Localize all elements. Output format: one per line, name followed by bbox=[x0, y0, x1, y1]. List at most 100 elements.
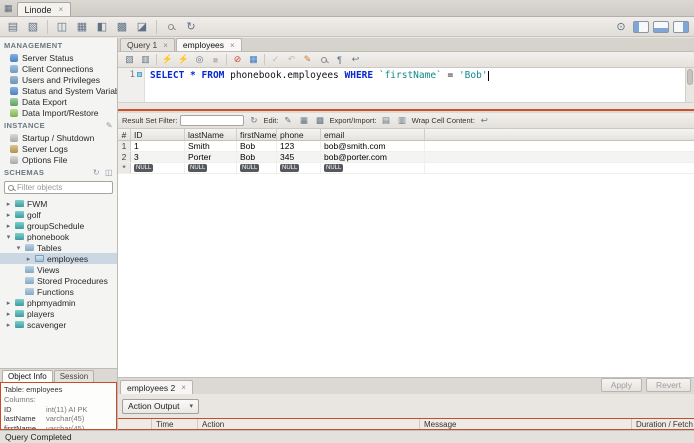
toggle-left-sidebar-icon[interactable] bbox=[633, 20, 649, 33]
sidebar-item-data-export[interactable]: Data Export bbox=[0, 96, 117, 107]
export-recordset-icon[interactable]: ▤ bbox=[380, 115, 393, 127]
new-query-tab-icon[interactable]: ▤ bbox=[4, 19, 22, 35]
sidebar-item-server-status[interactable]: Server Status bbox=[0, 52, 117, 63]
sql-editor[interactable]: 1 SELECT * FROM phonebook.employees WHER… bbox=[118, 68, 694, 102]
tab-query-1[interactable]: Query 1 × bbox=[120, 38, 175, 51]
chevron-down-icon[interactable]: ▾ bbox=[15, 244, 22, 252]
search-data-icon[interactable] bbox=[162, 19, 180, 35]
create-view-icon[interactable]: ◧ bbox=[93, 19, 111, 35]
edit-record-icon[interactable]: ✎ bbox=[281, 115, 294, 127]
grid-header-lastname[interactable]: lastName bbox=[185, 129, 237, 140]
schemas-add-icon[interactable]: ◫ bbox=[105, 168, 113, 177]
schemas-refresh-icon[interactable]: ↻ bbox=[93, 168, 100, 177]
tree-item-scavenger[interactable]: ▸ scavenger bbox=[0, 319, 117, 330]
grid-header-email[interactable]: email bbox=[321, 129, 425, 140]
grid-header-rownum[interactable]: # bbox=[118, 129, 131, 140]
save-icon[interactable]: ▥ bbox=[138, 53, 153, 66]
close-icon[interactable]: × bbox=[181, 383, 186, 392]
tree-item-employees[interactable]: ▸ employees bbox=[0, 253, 117, 264]
sidebar-item-client-connections[interactable]: Client Connections bbox=[0, 63, 117, 74]
wrap-cell-content-icon[interactable]: ↩ bbox=[478, 115, 491, 127]
sidebar-item-options-file[interactable]: Options File bbox=[0, 154, 117, 165]
result-filter-input[interactable] bbox=[181, 116, 244, 125]
close-icon[interactable]: × bbox=[163, 41, 168, 50]
tree-item-stored-procedures[interactable]: Stored Procedures bbox=[0, 275, 117, 286]
sidebar-item-system-variables[interactable]: Status and System Variables bbox=[0, 85, 117, 96]
refresh-icon[interactable]: ↻ bbox=[247, 115, 260, 127]
tree-item-golf[interactable]: ▸ golf bbox=[0, 209, 117, 220]
table-row-new[interactable]: * NULL NULL NULL NULL NULL bbox=[118, 163, 694, 174]
create-function-icon[interactable]: ◪ bbox=[133, 19, 151, 35]
tree-item-fwm[interactable]: ▸ FWM bbox=[0, 198, 117, 209]
grid-header-phone[interactable]: phone bbox=[277, 129, 321, 140]
output-header-time[interactable]: Time bbox=[152, 419, 198, 429]
grid-header-firstname[interactable]: firstName bbox=[237, 129, 277, 140]
create-procedure-icon[interactable]: ▩ bbox=[113, 19, 131, 35]
import-records-icon[interactable]: ▥ bbox=[396, 115, 409, 127]
tree-item-tables[interactable]: ▾ Tables bbox=[0, 242, 117, 253]
reconnect-database-icon[interactable]: ↻ bbox=[182, 19, 200, 35]
output-header-action[interactable]: Action bbox=[198, 419, 420, 429]
chevron-down-icon[interactable]: ▾ bbox=[5, 233, 12, 241]
output-header-message[interactable]: Message bbox=[420, 419, 632, 429]
window-tab-linode[interactable]: Linode × bbox=[16, 2, 72, 16]
tree-item-phpmyadmin[interactable]: ▸ phpmyadmin bbox=[0, 297, 117, 308]
execute-current-icon[interactable]: ⚡ bbox=[176, 53, 191, 66]
tree-item-views[interactable]: Views bbox=[0, 264, 117, 275]
tab-employees-2[interactable]: employees 2 × bbox=[120, 380, 193, 394]
apply-button[interactable]: Apply bbox=[600, 378, 642, 392]
find-icon[interactable] bbox=[316, 53, 331, 66]
result-filter-box[interactable] bbox=[180, 115, 245, 126]
chevron-right-icon[interactable]: ▸ bbox=[5, 321, 12, 329]
schema-filter-input[interactable] bbox=[17, 183, 109, 192]
editor-vertical-scrollbar[interactable] bbox=[685, 68, 694, 102]
add-row-icon[interactable]: ▦ bbox=[297, 115, 310, 127]
create-table-icon[interactable]: ▦ bbox=[73, 19, 91, 35]
chevron-right-icon[interactable]: ▸ bbox=[5, 222, 12, 230]
chevron-right-icon[interactable]: ▸ bbox=[5, 299, 12, 307]
wrap-text-icon[interactable]: ↩ bbox=[348, 53, 363, 66]
tree-item-players[interactable]: ▸ players bbox=[0, 308, 117, 319]
sql-code-line[interactable]: SELECT * FROM phonebook.employees WHERE … bbox=[145, 68, 694, 102]
toggle-output-area-icon[interactable] bbox=[653, 20, 669, 33]
open-sql-script-icon[interactable]: ▧ bbox=[24, 19, 42, 35]
chevron-right-icon[interactable]: ▸ bbox=[25, 255, 32, 263]
output-header-duration[interactable]: Duration / Fetch bbox=[632, 419, 694, 429]
scrollbar-thumb[interactable] bbox=[687, 69, 693, 85]
grid-header-id[interactable]: ID bbox=[131, 129, 185, 140]
toggle-right-sidebar-icon[interactable] bbox=[673, 20, 689, 33]
execute-icon[interactable]: ⚡ bbox=[160, 53, 175, 66]
tab-employees[interactable]: employees × bbox=[175, 38, 242, 51]
revert-button[interactable]: Revert bbox=[645, 378, 691, 392]
stop-on-error-toggle-icon[interactable]: ⊘ bbox=[230, 53, 245, 66]
close-icon[interactable]: × bbox=[230, 41, 235, 50]
schema-filter[interactable] bbox=[4, 181, 113, 194]
tree-item-groupschedule[interactable]: ▸ groupSchedule bbox=[0, 220, 117, 231]
delete-row-icon[interactable]: ▩ bbox=[313, 115, 326, 127]
tab-object-info[interactable]: Object Info bbox=[2, 370, 53, 382]
chevron-right-icon[interactable]: ▸ bbox=[5, 211, 12, 219]
sidebar-item-server-logs[interactable]: Server Logs bbox=[0, 143, 117, 154]
stop-icon[interactable]: ■ bbox=[208, 53, 223, 66]
beautify-sql-icon[interactable]: ✎ bbox=[300, 53, 315, 66]
table-row[interactable]: 1 1 Smith Bob 123 bob@smith.com bbox=[118, 141, 694, 152]
table-row[interactable]: 2 3 Porter Bob 345 bob@porter.com bbox=[118, 152, 694, 163]
chevron-right-icon[interactable]: ▸ bbox=[5, 310, 12, 318]
sidebar-item-startup-shutdown[interactable]: Startup / Shutdown bbox=[0, 132, 117, 143]
rollback-icon[interactable]: ↶ bbox=[284, 53, 299, 66]
tab-session[interactable]: Session bbox=[53, 370, 95, 382]
open-file-icon[interactable]: ▧ bbox=[122, 53, 137, 66]
tree-item-functions[interactable]: Functions bbox=[0, 286, 117, 297]
sidebar-item-data-import[interactable]: Data Import/Restore bbox=[0, 107, 117, 118]
close-icon[interactable]: × bbox=[59, 5, 64, 14]
editor-horizontal-scrollbar[interactable] bbox=[118, 102, 694, 109]
explain-icon[interactable]: ◎ bbox=[192, 53, 207, 66]
limit-rows-icon[interactable]: ▦ bbox=[246, 53, 261, 66]
commit-icon[interactable]: ✓ bbox=[268, 53, 283, 66]
invisible-chars-icon[interactable]: ¶ bbox=[332, 53, 347, 66]
chevron-right-icon[interactable]: ▸ bbox=[5, 200, 12, 208]
sidebar-item-users-privileges[interactable]: Users and Privileges bbox=[0, 74, 117, 85]
create-schema-icon[interactable]: ◫ bbox=[53, 19, 71, 35]
tree-item-phonebook[interactable]: ▾ phonebook bbox=[0, 231, 117, 242]
action-output-dropdown[interactable]: Action Output ▾ bbox=[122, 398, 200, 414]
